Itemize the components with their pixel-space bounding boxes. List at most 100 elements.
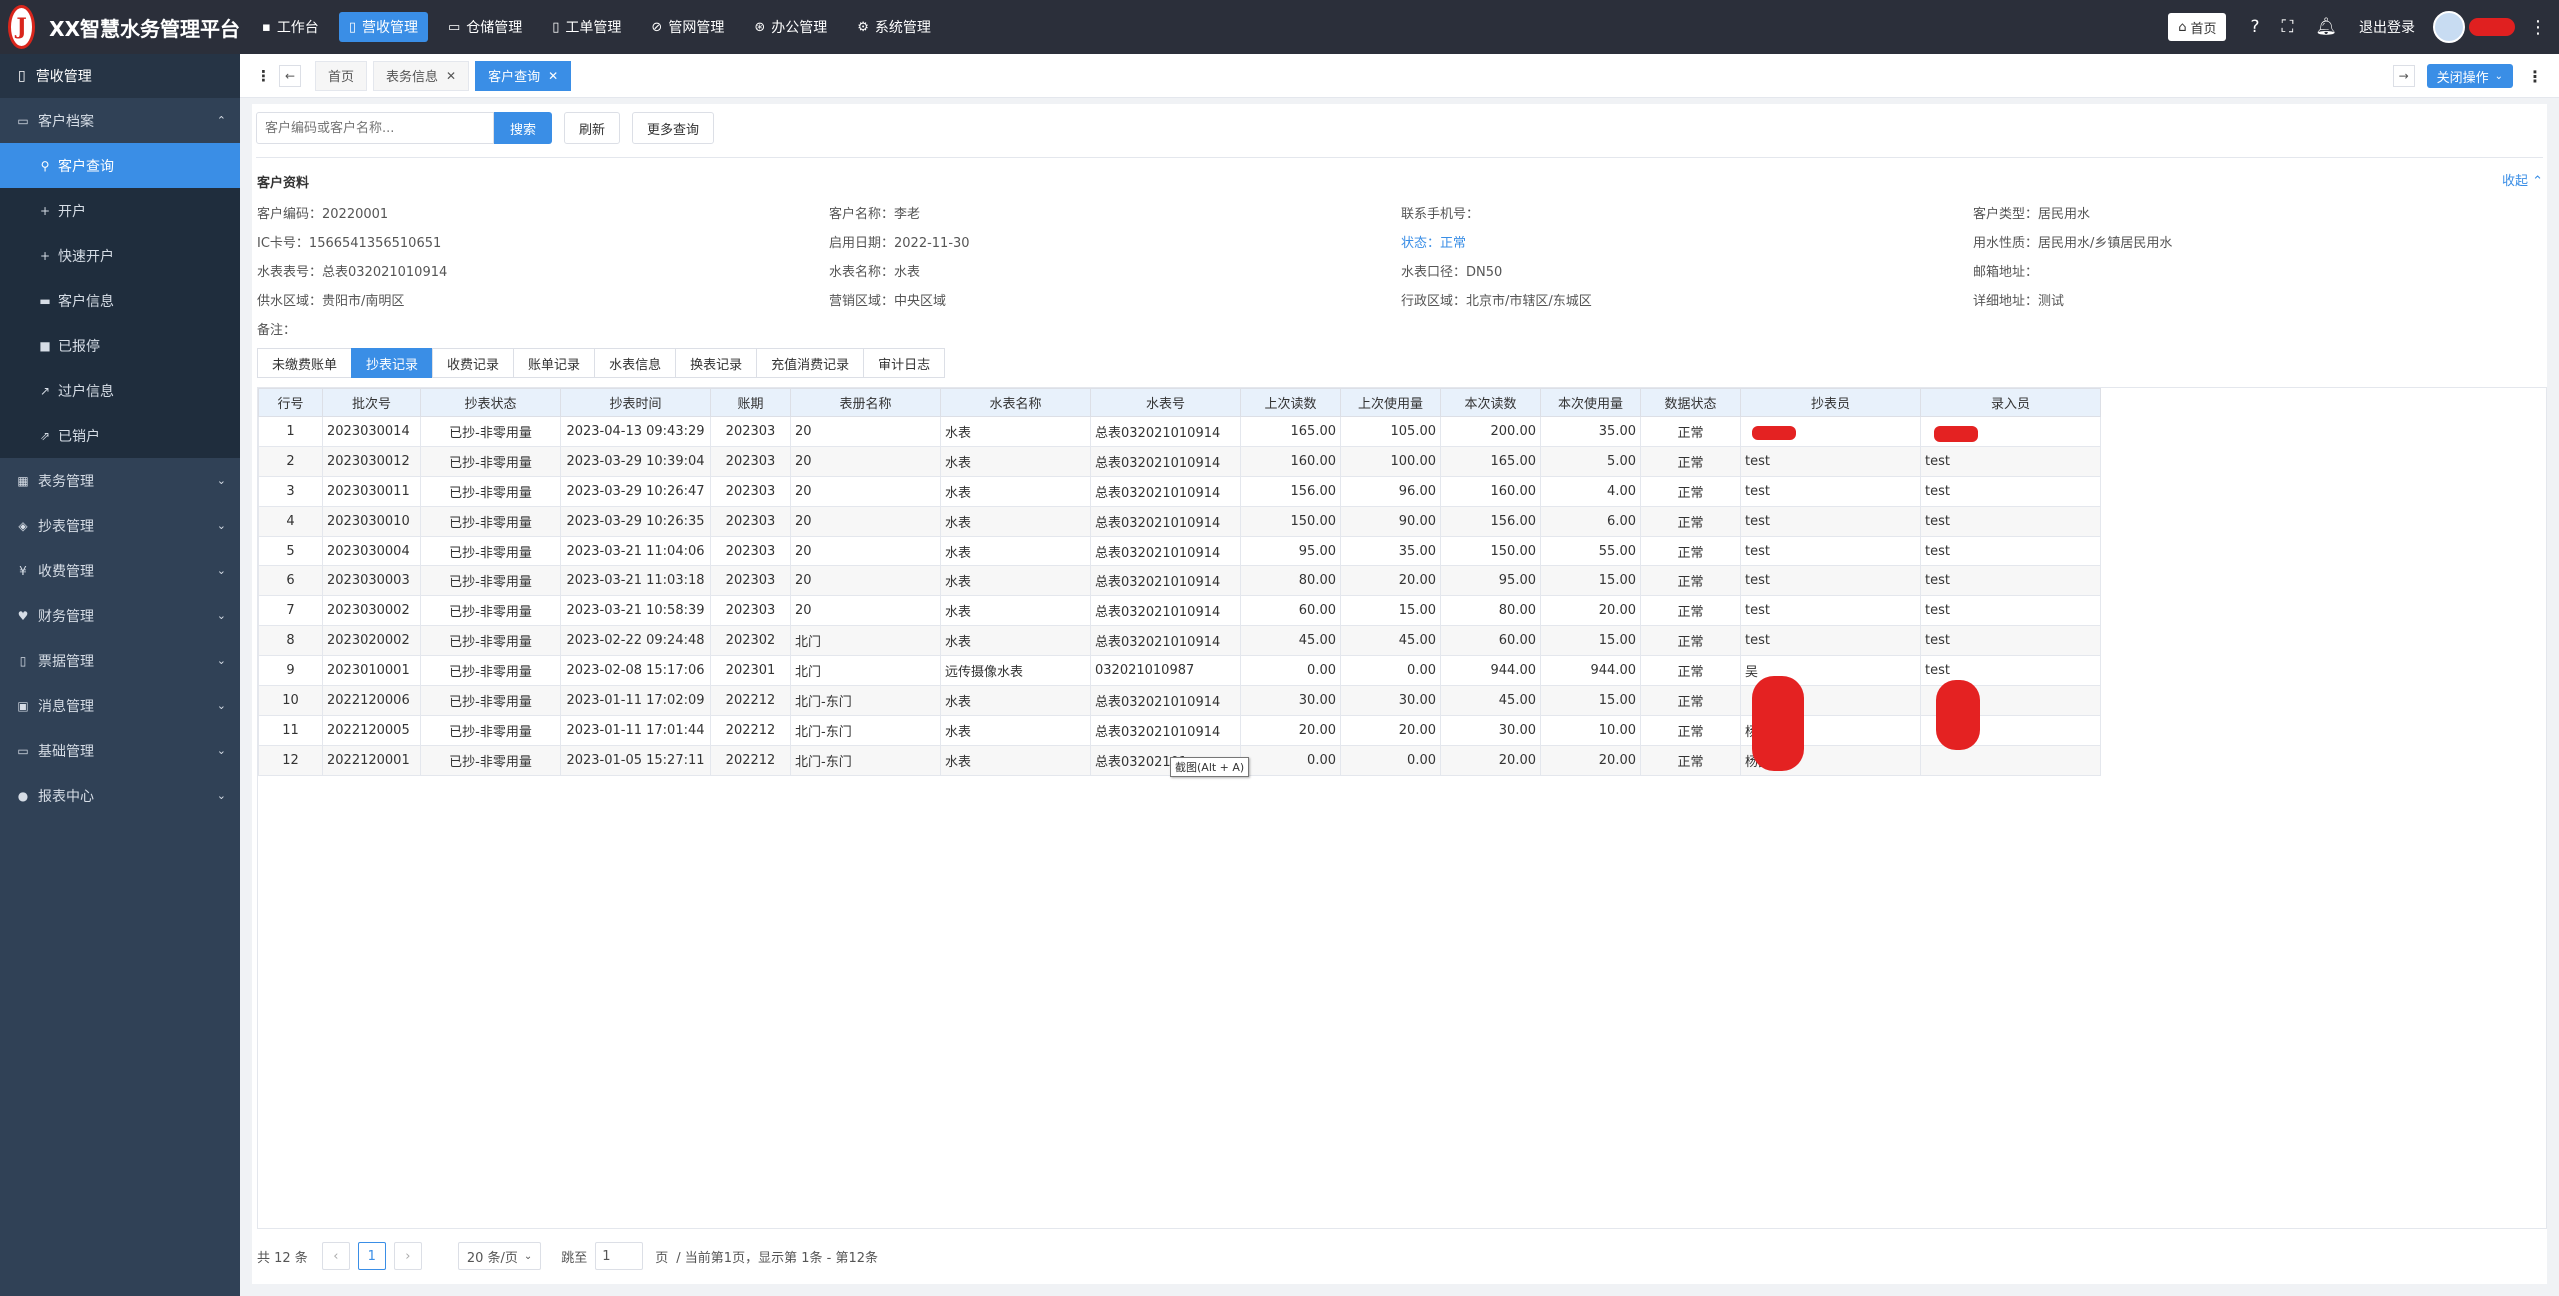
table-row[interactable]: 10 2022120006 已抄-非零用量 2023-01-11 17:02:09 20… — [258, 685, 2101, 716]
column-header[interactable]: 抄表员 — [1740, 388, 1921, 417]
logout-link[interactable]: 退出登录 — [2359, 17, 2415, 37]
record-tab-5[interactable]: 换表记录 — [675, 348, 758, 378]
jump-page-input[interactable]: 1 — [595, 1242, 644, 1270]
column-header[interactable]: 水表号 — [1090, 388, 1241, 417]
table-row[interactable]: 2 2023030012 已抄-非零用量 2023-03-29 10:39:04 202… — [258, 445, 2101, 477]
column-header[interactable]: 本次使用量 — [1540, 388, 1641, 417]
collapse-link[interactable]: 收起 ⌃ — [2502, 170, 2543, 189]
home-button[interactable]: ⌂ 首页 — [2168, 13, 2227, 41]
tabs-back-icon[interactable]: ← — [279, 64, 301, 87]
customer-search-input[interactable] — [256, 112, 494, 144]
column-header[interactable]: 行号 — [258, 388, 323, 417]
sidebar-group-0[interactable]: ▭ 客户档案 ⌃ — [0, 98, 240, 143]
sidebar-group-4[interactable]: ♥ 财务管理 ⌄ — [0, 593, 240, 638]
column-header[interactable]: 账期 — [710, 388, 791, 417]
help-icon[interactable]: ? — [2250, 17, 2259, 37]
fullscreen-icon[interactable]: ⛶ — [2282, 17, 2294, 37]
topnav-item-0[interactable]: ▪ 工作台 — [252, 12, 329, 42]
sidebar-group-1[interactable]: ▦ 表务管理 ⌄ — [0, 458, 240, 503]
table-row[interactable]: 3 2023030011 已抄-非零用量 2023-03-29 10:26:47 202… — [258, 475, 2101, 507]
record-tab-2[interactable]: 收费记录 — [432, 348, 515, 378]
column-header[interactable]: 抄表状态 — [420, 388, 561, 417]
page-tab-0[interactable]: 首页 — [315, 60, 368, 91]
sidebar-item-0-6[interactable]: ⇗ 已销户 — [0, 413, 240, 458]
revenue-icon: ▯ — [18, 68, 26, 84]
table-cell: 5.00 — [1540, 445, 1641, 477]
sidebar-group-6[interactable]: ▣ 消息管理 ⌄ — [0, 683, 240, 728]
next-page-button[interactable]: › — [393, 1242, 422, 1270]
record-tab-7[interactable]: 审计日志 — [863, 348, 946, 378]
table-row[interactable]: 6 2023030003 已抄-非零用量 2023-03-21 11:03:18 202… — [258, 565, 2101, 597]
table-row[interactable]: 7 2023030002 已抄-非零用量 2023-03-21 10:58:39 202… — [258, 595, 2101, 627]
column-header[interactable]: 上次读数 — [1240, 388, 1341, 417]
sidebar-item-0-1[interactable]: + 开户 — [0, 188, 240, 233]
topnav-item-1[interactable]: ▯ 营收管理 — [338, 12, 428, 42]
record-tab-3[interactable]: 账单记录 — [513, 348, 596, 378]
table-row[interactable]: 1 2023030014 已抄-非零用量 2023-04-13 09:43:29 202… — [258, 416, 2101, 447]
column-header[interactable]: 数据状态 — [1640, 388, 1741, 417]
more-vertical-icon[interactable]: ⋮ — [2529, 17, 2547, 38]
table-row[interactable]: 11 2022120005 已抄-非零用量 2023-01-11 17:01:44 20… — [258, 714, 2101, 746]
close-icon[interactable]: ✕ — [446, 69, 456, 83]
more-query-button[interactable]: 更多查询 — [632, 112, 715, 144]
jump-label: 跳至 — [561, 1250, 588, 1266]
meter-reading-table-container: 行号 批次号 抄表状态 抄表时间 账期 表册名称 水表名称 水表号 上次读数 上次使用量 本次读数本… — [257, 387, 2547, 1229]
table-cell: 水表 — [940, 714, 1091, 746]
sidebar-item-0-0[interactable]: ⚲ 客户查询 — [0, 143, 240, 188]
sidebar-group-3[interactable]: ¥ 收费管理 ⌄ — [0, 548, 240, 593]
search-icon: ⚲ — [40, 158, 50, 173]
column-header[interactable]: 抄表时间 — [560, 388, 711, 417]
app-logo[interactable]: J XX智慧水务管理平台 — [0, 5, 240, 49]
page-tab-label: 首页 — [328, 70, 355, 85]
refresh-button[interactable]: 刷新 — [564, 112, 621, 144]
record-tab-6[interactable]: 充值消费记录 — [756, 348, 865, 378]
chevron-down-icon: ⌄ — [216, 789, 226, 802]
sidebar-item-0-5[interactable]: ↗ 过户信息 — [0, 368, 240, 413]
sidebar-item-label: 快速开户 — [58, 248, 114, 265]
table-cell: 202303 — [710, 595, 791, 627]
table-row[interactable]: 8 2023020002 已抄-非零用量 2023-02-22 09:24:48 202… — [258, 625, 2101, 657]
page-tab-2[interactable]: 客户查询 ✕ — [475, 60, 572, 91]
table-row[interactable]: 4 2023030010 已抄-非零用量 2023-03-29 10:26:35 202… — [258, 505, 2101, 537]
page-number-button[interactable]: 1 — [357, 1242, 386, 1270]
sidebar-item-0-4[interactable]: ■ 已报停 — [0, 323, 240, 368]
more-vertical-icon[interactable]: ⋮ — [2527, 67, 2543, 86]
tabs-menu-icon[interactable]: ⋮ — [256, 67, 271, 85]
user-avatar[interactable] — [2433, 11, 2465, 43]
sidebar-group-2[interactable]: ◈ 抄表管理 ⌄ — [0, 503, 240, 548]
column-header[interactable]: 录入员 — [1920, 388, 2101, 417]
table-row[interactable]: 9 2023010001 已抄-非零用量 2023-02-08 15:17:06 202… — [258, 655, 2101, 687]
sidebar-group-8[interactable]: ● 报表中心 ⌄ — [0, 773, 240, 818]
column-header[interactable]: 水表名称 — [940, 388, 1091, 417]
topnav-item-5[interactable]: ⊛ 办公管理 — [744, 12, 837, 42]
home-icon: ⌂ — [2178, 19, 2187, 35]
table-cell: 2023-01-11 17:02:09 — [560, 685, 711, 716]
topnav-item-2[interactable]: ▭ 仓储管理 — [438, 12, 532, 42]
close-icon[interactable]: ✕ — [548, 69, 558, 83]
record-tab-0[interactable]: 未缴费账单 — [257, 348, 353, 378]
topnav-item-label: 办公管理 — [771, 20, 828, 36]
table-row[interactable]: 5 2023030004 已抄-非零用量 2023-03-21 11:04:06 202… — [258, 535, 2101, 567]
sidebar-item-0-3[interactable]: ▬ 客户信息 — [0, 278, 240, 323]
record-tab-4[interactable]: 水表信息 — [594, 348, 677, 378]
column-header[interactable]: 表册名称 — [790, 388, 941, 417]
column-header[interactable]: 批次号 — [322, 388, 421, 417]
record-tab-1[interactable]: 抄表记录 — [351, 348, 434, 378]
sidebar-group-7[interactable]: ▭ 基础管理 ⌄ — [0, 728, 240, 773]
column-header[interactable]: 上次使用量 — [1340, 388, 1441, 417]
page-size-select[interactable]: 20 条/页 ⌄ — [457, 1242, 542, 1270]
sidebar-item-0-2[interactable]: + 快速开户 — [0, 233, 240, 278]
column-header[interactable]: 本次读数 — [1440, 388, 1541, 417]
search-button[interactable]: 搜索 — [494, 112, 553, 144]
user-name-redacted[interactable] — [2469, 18, 2515, 36]
notification-bell-icon[interactable]: 🔔︎ — [2315, 17, 2337, 37]
close-operations-button[interactable]: 关闭操作 ⌄ — [2426, 64, 2513, 88]
sidebar-group-5[interactable]: ▯ 票据管理 ⌄ — [0, 638, 240, 683]
redaction-mark — [1752, 676, 1804, 771]
topnav-item-3[interactable]: ▯ 工单管理 — [542, 12, 631, 42]
topnav-item-6[interactable]: ⚙ 系统管理 — [847, 12, 941, 42]
topnav-item-4[interactable]: ⊘ 管网管理 — [641, 12, 734, 42]
tabs-forward-icon[interactable]: → — [2392, 65, 2415, 87]
prev-page-button[interactable]: ‹ — [321, 1242, 350, 1270]
page-tab-1[interactable]: 表务信息 ✕ — [373, 60, 470, 91]
